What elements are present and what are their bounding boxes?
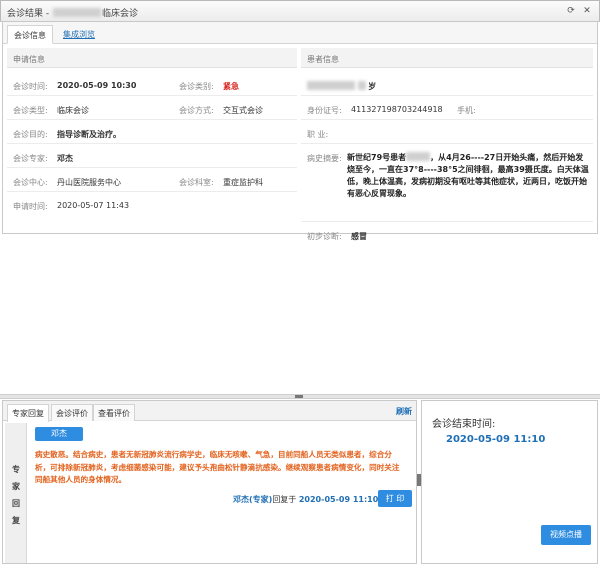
history-value: 新世纪79号患者 ，从4月26----27日开始头痛，然后开始发烧至今，一直在37… [347,152,591,200]
video-playback-button[interactable]: 视频点播 [541,525,591,545]
dept-value: 重症监护科 [223,178,263,187]
patient-section-title: 患者信息 [301,48,593,68]
reply-vertical-text: 专 家 回 复 [11,461,21,529]
dept-label: 会诊科室: [179,178,214,187]
window-titlebar: 会诊结果 - 临床会诊 ⟳ ✕ [0,0,600,22]
tab-evaluate[interactable]: 会诊评价 [51,404,93,421]
request-section-title: 申请信息 [7,48,297,68]
age-suffix: 岁 [368,82,377,91]
tab-expert-reply[interactable]: 专家回复 [7,404,49,422]
end-time-value: 2020-05-09 11:10 [446,434,546,445]
refresh-window-icon[interactable]: ⟳ [565,5,577,17]
category-value: 紧急 [223,82,239,91]
type-label: 会诊类型: [13,106,48,115]
bottom-tabs: 专家回复 会诊评价 查看评价 刷新 [3,401,416,422]
type-value: 临床会诊 [57,106,89,115]
purpose-label: 会诊目的: [13,130,48,139]
tab-integrated-browse[interactable]: 集成浏览 [57,25,101,44]
refresh-link[interactable]: 刷新 [396,406,412,417]
reply-time: 2020-05-09 11:10 [298,495,379,504]
apply-time-label: 申请时间: [13,202,48,211]
expert-label: 会诊专家: [13,154,48,163]
panel-splitter[interactable] [0,394,600,399]
tab-consultation-info[interactable]: 会诊信息 [7,25,53,44]
method-value: 交互式会诊 [223,106,263,115]
purpose-value: 指导诊断及治疗。 [57,130,121,139]
time-value: 2020-05-09 10:30 [57,81,137,90]
diagnosis-label: 初步诊断: [307,232,342,241]
apply-time-value: 2020-05-07 11:43 [57,201,130,210]
patient-info-section: 患者信息 岁 身份证号: 411327198703244918 手机: 职 业:… [301,48,593,241]
job-label: 职 业: [307,130,329,139]
center-value: 丹山医院服务中心 [57,178,121,187]
reply-meta: 邓杰(专家)回复于 2020-05-09 11:10 [233,494,378,505]
vertical-char-1: 专 [12,465,20,474]
id-value: 411327198703244918 [351,105,443,114]
title-suffix: 临床会诊 [101,9,138,19]
end-time-label: 会诊结束时间: [432,419,496,430]
end-time-panel: 会诊结束时间: 2020-05-09 11:10 视频点播 [421,400,598,564]
redacted-name-block [307,81,355,90]
window-title: 会诊结果 - 临床会诊 [7,6,138,19]
redacted-age-block [357,81,366,90]
splitter-grip[interactable] [295,395,303,398]
patient-name-age: 岁 [307,81,376,92]
close-icon[interactable]: ✕ [581,5,593,17]
center-label: 会诊中心: [13,178,48,187]
vertical-char-3: 回 [12,499,20,508]
id-label: 身份证号: [307,106,342,115]
expert-value: 邓杰 [57,154,73,163]
reply-text: 病史散恶。结合病史，患者无新冠肺炎流行病学史，临床无咳嗽、气急，目前同船人员无类… [35,450,400,484]
top-tabs: 会诊信息 集成浏览 [3,22,597,44]
request-info-section: 申请信息 会诊时间: 2020-05-09 10:30 会诊类别: 紧急 会诊类… [7,48,297,228]
print-button[interactable]: 打 印 [378,490,412,507]
redacted-history-block [406,152,431,161]
diagnosis-value: 感冒 [351,232,367,241]
expert-reply-panel: 专家回复 会诊评价 查看评价 刷新 专 家 回 复 邓杰 病史散恶。结合病史，患… [2,400,417,564]
reply-expert-name: 邓杰(专家) [233,495,273,504]
title-prefix: 会诊结果 - [7,9,52,19]
reply-side-label: 专 家 回 复 [5,423,27,563]
method-label: 会诊方式: [179,106,214,115]
expert-name-button[interactable]: 邓杰 [35,427,83,441]
consultation-info-panel: 会诊信息 集成浏览 申请信息 会诊时间: 2020-05-09 10:30 会诊… [2,22,598,241]
tab-view-evaluation[interactable]: 查看评价 [93,404,135,421]
history-label: 病史摘要: [307,154,342,163]
vertical-char-2: 家 [12,482,20,491]
vertical-char-4: 复 [12,516,20,525]
phone-label: 手机: [457,106,476,115]
time-label: 会诊时间: [13,82,48,91]
reply-mid-text: 回复于 [272,495,297,504]
redacted-title-block [52,8,101,17]
category-label: 会诊类别: [179,82,214,91]
history-value-1: 新世纪79号患者 [347,153,407,162]
